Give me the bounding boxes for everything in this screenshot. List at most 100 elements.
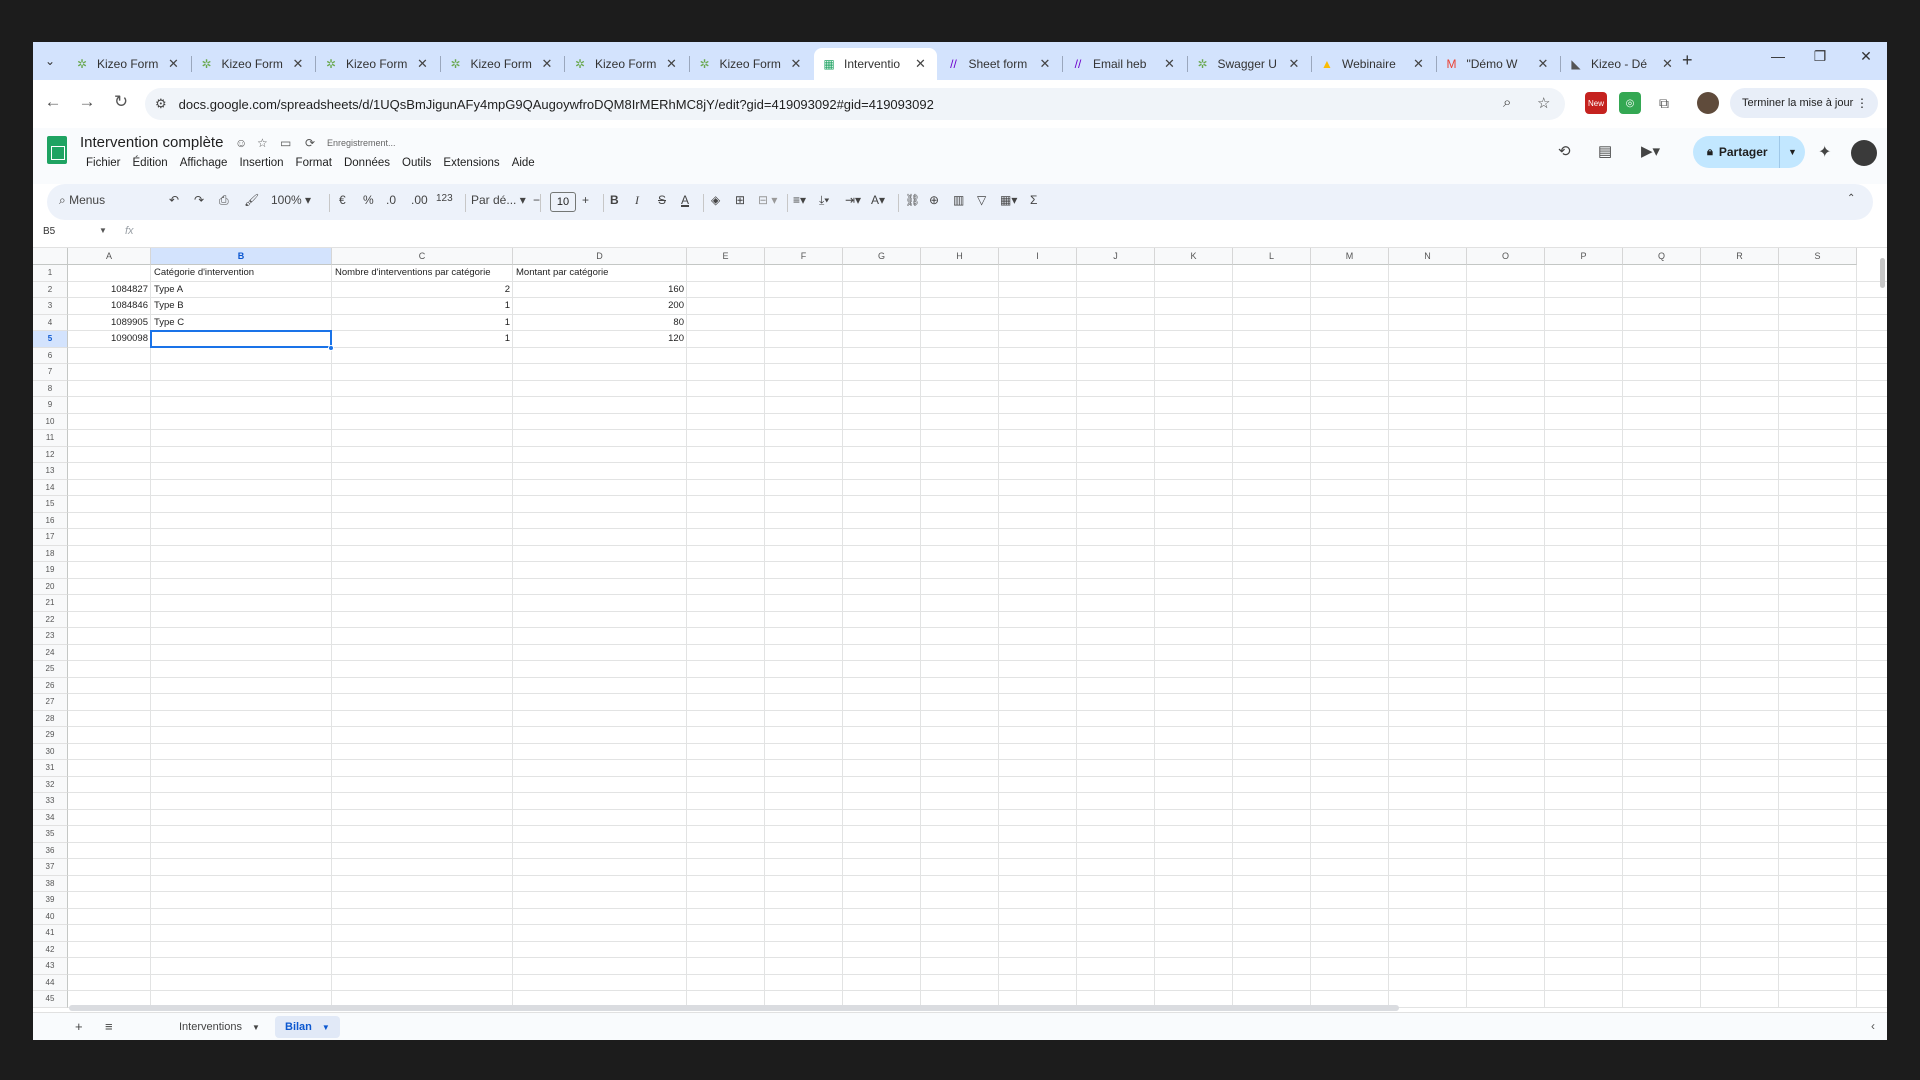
row-header[interactable]: 37 [33, 859, 68, 876]
merge-cells-icon[interactable]: ⊟ ▾ [758, 193, 777, 207]
select-all-corner[interactable] [33, 248, 68, 265]
row-header[interactable]: 27 [33, 694, 68, 711]
text-wrap-icon[interactable]: ⇥▾ [845, 193, 861, 207]
row-header[interactable]: 2 [33, 281, 68, 298]
column-header[interactable]: L [1233, 248, 1311, 265]
borders-icon[interactable]: ⊞ [735, 193, 745, 207]
gemini-sparkle-icon[interactable]: ✦ [1818, 142, 1831, 162]
row-header[interactable]: 39 [33, 892, 68, 909]
column-header[interactable]: K [1155, 248, 1233, 265]
name-box-dropdown-icon[interactable]: ▼ [99, 226, 107, 235]
strikethrough-icon[interactable]: S [658, 193, 666, 207]
row-header[interactable]: 20 [33, 578, 68, 595]
column-header[interactable]: D [513, 248, 687, 265]
menu-item[interactable]: Affichage [174, 154, 234, 172]
insert-comment-icon[interactable]: ⊕ [929, 193, 939, 207]
url-text[interactable]: docs.google.com/spreadsheets/d/1UQsBmJig… [179, 97, 934, 112]
cell-d2[interactable]: 160 [513, 282, 684, 298]
text-rotation-icon[interactable]: A▾ [871, 193, 885, 207]
account-avatar[interactable] [1851, 140, 1877, 166]
row-header[interactable]: 30 [33, 743, 68, 760]
column-header[interactable]: M [1311, 248, 1389, 265]
browser-tab[interactable]: // Email heb ✕ [1063, 48, 1186, 80]
collapse-sidepanel-icon[interactable]: ‹ [1871, 1019, 1875, 1033]
row-header[interactable]: 11 [33, 430, 68, 447]
meet-video-icon[interactable]: ▶▾ [1641, 142, 1660, 160]
row-header[interactable]: 40 [33, 908, 68, 925]
cell-c4[interactable]: 1 [332, 315, 510, 331]
menu-item[interactable]: Données [338, 154, 396, 172]
horizontal-scrollbar[interactable] [69, 1005, 1399, 1011]
row-header[interactable]: 4 [33, 314, 68, 331]
row-header[interactable]: 14 [33, 479, 68, 496]
cell-c2[interactable]: 2 [332, 282, 510, 298]
horizontal-align-icon[interactable]: ≡▾ [793, 193, 806, 207]
close-tab-icon[interactable]: ✕ [166, 56, 182, 72]
bookmark-star-icon[interactable]: ☆ [1537, 94, 1550, 112]
browser-tab[interactable]: ✲ Kizeo Form ✕ [316, 48, 439, 80]
browser-tab[interactable]: ▦ Interventio ✕ [814, 48, 937, 80]
cell-b2[interactable]: Type A [154, 282, 332, 298]
decrease-decimal[interactable]: .0 [386, 193, 396, 207]
column-header[interactable]: O [1467, 248, 1545, 265]
row-header[interactable]: 22 [33, 611, 68, 628]
emoji-icon[interactable]: ☺ [235, 136, 247, 150]
cell-c3[interactable]: 1 [332, 298, 510, 314]
close-tab-icon[interactable]: ✕ [1037, 56, 1053, 72]
font-size-increase-icon[interactable]: + [582, 193, 589, 207]
close-tab-icon[interactable]: ✕ [290, 56, 306, 72]
profile-avatar[interactable] [1697, 92, 1719, 114]
row-header[interactable]: 33 [33, 793, 68, 810]
row-header[interactable]: 9 [33, 397, 68, 414]
cell-a4[interactable]: 1089905 [68, 315, 148, 331]
menu-item[interactable]: Fichier [80, 154, 127, 172]
column-header[interactable]: J [1077, 248, 1155, 265]
column-header[interactable]: B [151, 248, 332, 265]
sheet-tab-dropdown-icon[interactable]: ▼ [252, 1023, 260, 1032]
close-window-icon[interactable]: ✕ [1848, 48, 1884, 65]
close-tab-icon[interactable]: ✕ [539, 56, 555, 72]
cell-a2[interactable]: 1084827 [68, 282, 148, 298]
italic-icon[interactable]: I [635, 193, 639, 208]
menu-item[interactable]: Outils [396, 154, 437, 172]
column-header[interactable]: F [765, 248, 843, 265]
row-header[interactable]: 42 [33, 941, 68, 958]
extension-new-icon[interactable]: New [1585, 92, 1607, 114]
print-icon[interactable]: ⎙ [219, 193, 229, 208]
row-header[interactable]: 10 [33, 413, 68, 430]
document-title[interactable]: Intervention complète [80, 134, 223, 151]
row-header[interactable]: 28 [33, 710, 68, 727]
row-header[interactable]: 15 [33, 496, 68, 513]
increase-decimal[interactable]: .00 [411, 193, 428, 207]
extension-green-icon[interactable]: ◎ [1619, 92, 1641, 114]
row-header[interactable]: 18 [33, 545, 68, 562]
move-folder-icon[interactable]: ▭ [280, 136, 291, 150]
browser-tab[interactable]: ✲ Kizeo Form ✕ [690, 48, 813, 80]
cell-a5[interactable]: 1090098 [68, 331, 148, 347]
vertical-align-icon[interactable]: ⤓▾ [819, 193, 829, 208]
row-header[interactable]: 17 [33, 529, 68, 546]
share-button[interactable]: 🔒︎ Partager ▼ [1693, 136, 1805, 168]
menu-item[interactable]: Insertion [233, 154, 289, 172]
column-header[interactable]: E [687, 248, 765, 265]
row-header[interactable]: 38 [33, 875, 68, 892]
browser-tab[interactable]: ▲ Webinaire ✕ [1312, 48, 1435, 80]
cell-c1[interactable]: Nombre d'interventions par catégorie [335, 265, 513, 281]
forward-icon[interactable]: → [75, 92, 99, 112]
browser-tab[interactable]: ✲ Swagger U ✕ [1188, 48, 1311, 80]
close-tab-icon[interactable]: ✕ [1535, 56, 1551, 72]
spreadsheet-grid[interactable]: A B C D E F G H I J K L M N O P Q R S 1 2 3 4 5 6 7 8 9 10 11 12 13 14 15… [33, 248, 1887, 1008]
vertical-scrollbar[interactable] [1880, 258, 1885, 288]
tab-search-icon[interactable]: ⌄ [39, 50, 61, 72]
column-header[interactable]: C [332, 248, 513, 265]
font-select[interactable]: Par dé... ▾ [471, 193, 526, 207]
column-header[interactable]: Q [1623, 248, 1701, 265]
close-tab-icon[interactable]: ✕ [1411, 56, 1427, 72]
close-tab-icon[interactable]: ✕ [1660, 56, 1676, 72]
percent-format[interactable]: % [363, 193, 374, 207]
close-tab-icon[interactable]: ✕ [788, 56, 804, 72]
fill-color-icon[interactable]: ◈ [711, 193, 720, 207]
column-header[interactable]: I [999, 248, 1077, 265]
filter-icon[interactable]: ▽ [977, 193, 986, 207]
currency-format[interactable]: € [339, 193, 346, 207]
